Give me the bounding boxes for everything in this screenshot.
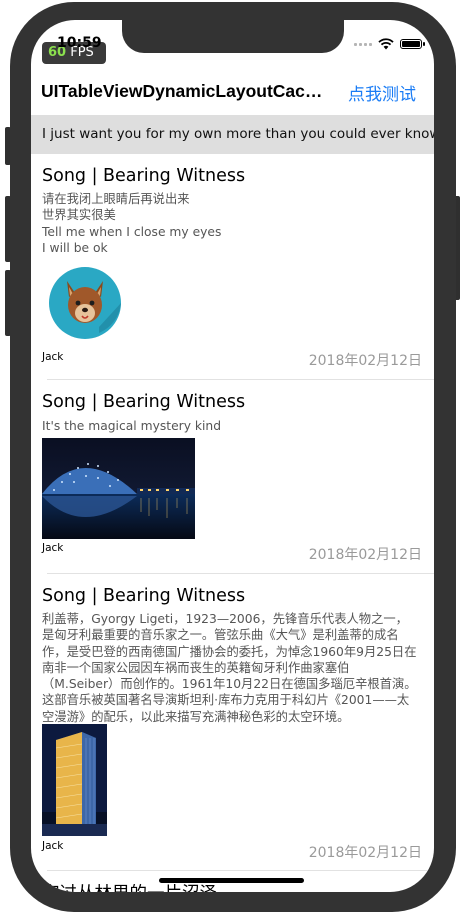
status-time: 10:59: [57, 35, 102, 51]
cell-title: Song | Bearing Witness: [42, 586, 246, 606]
nav-title: UITableViewDynamicLayoutCacheHeight: [41, 81, 331, 101]
status-indicators: [354, 37, 425, 51]
phone-screen: 60 FPS 10:59 UITableViewDynamicLayoutCac…: [31, 20, 434, 892]
cell-date: 2018年02月12日: [308, 353, 422, 369]
cellular-signal-icon: [354, 42, 372, 46]
cell-date: 2018年02月12日: [308, 845, 422, 861]
cell-body: 请在我闭上眼睛后再说出来 世界其实很美 Tell me when I close…: [42, 192, 222, 255]
home-indicator[interactable]: [159, 878, 304, 883]
cell-author: Jack: [42, 351, 64, 363]
cell-author: Jack: [42, 840, 64, 852]
battery-icon: [400, 39, 425, 49]
cell-date: 2018年02月12日: [308, 547, 422, 563]
row-divider: [47, 870, 434, 871]
cell-body: It's the magical mystery kind: [42, 419, 222, 433]
cell-body: 利盖蒂，Gyorgy Ligeti，1923—2006，先锋音乐代表人物之一，是…: [42, 612, 417, 724]
wifi-icon: [378, 38, 394, 50]
navigation-bar: UITableViewDynamicLayoutCacheHeight 点我测试: [31, 77, 434, 115]
night-dome-building-image: [42, 438, 195, 539]
table-row[interactable]: Song | Bearing Witness It's the magical …: [31, 380, 434, 574]
table-row[interactable]: Song | Bearing Witness 请在我闭上眼睛后再说出来 世界其实…: [31, 154, 434, 380]
cell-title: Song | Bearing Witness: [42, 166, 246, 186]
table-row[interactable]: Song | Bearing Witness 利盖蒂，Gyorgy Ligeti…: [31, 574, 434, 871]
test-button[interactable]: 点我测试: [348, 80, 416, 105]
cell-author: Jack: [42, 542, 64, 554]
fox-avatar-image: [49, 267, 121, 339]
night-tower-image: [42, 724, 107, 836]
cell-title: Song | Bearing Witness: [42, 392, 246, 412]
notch: [122, 20, 344, 53]
table-header: I just want you for my own more than you…: [31, 115, 434, 154]
